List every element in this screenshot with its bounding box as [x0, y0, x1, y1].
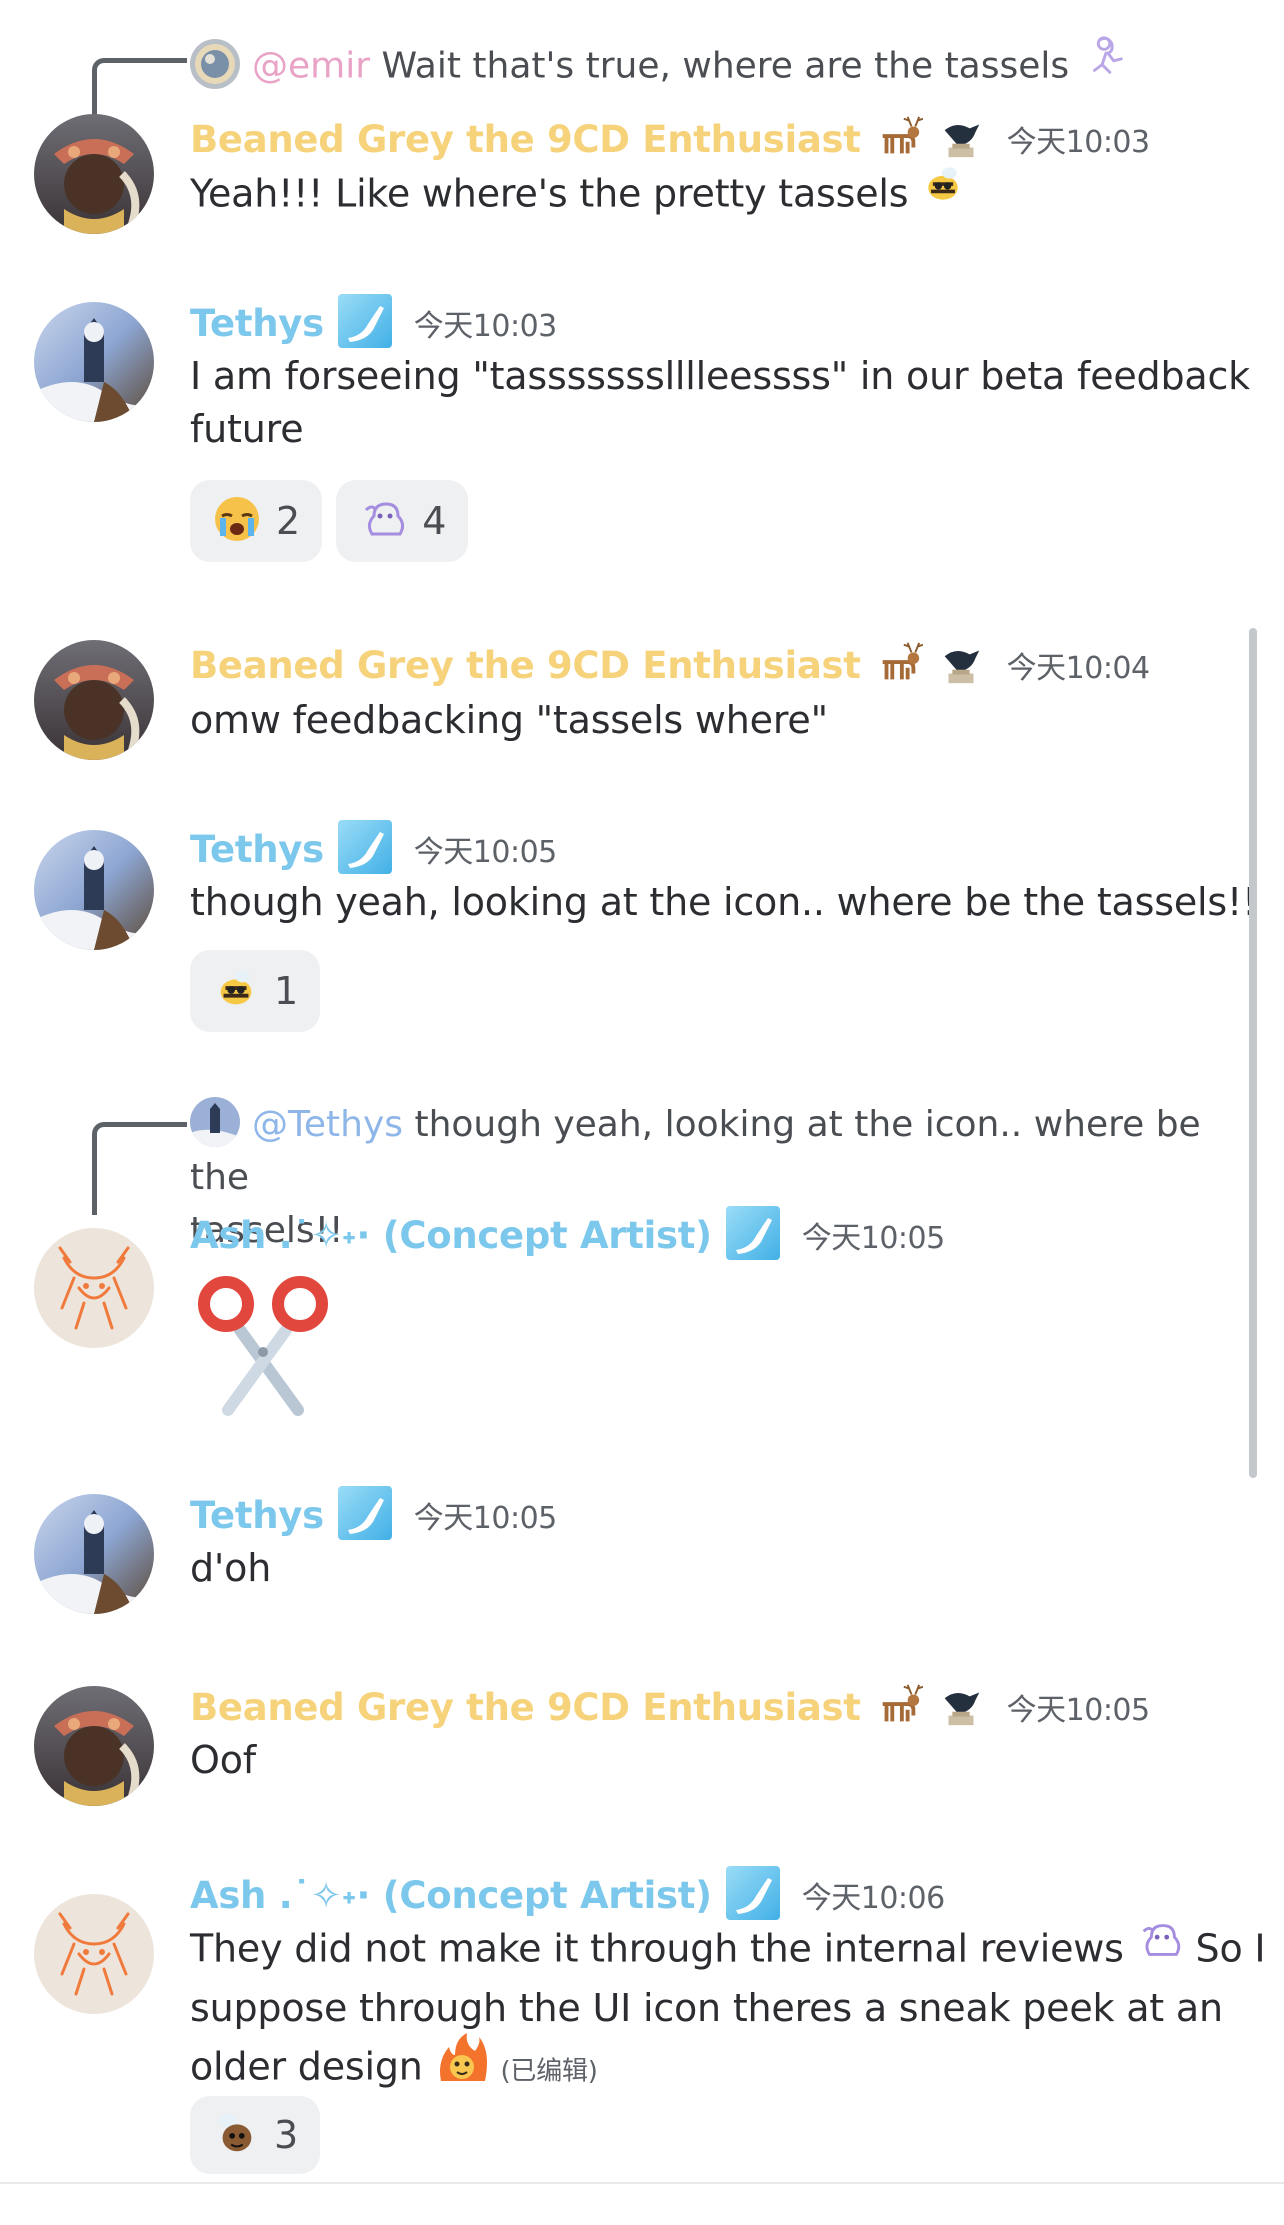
reaction-bar: 2 4 [190, 480, 469, 562]
author-name[interactable]: Beaned Grey the 9CD Enthusiast [190, 118, 861, 161]
reply-connector-line [92, 58, 187, 123]
reply-mention[interactable]: @emir [252, 46, 370, 87]
reaction-bar: 1 [190, 950, 321, 1032]
verified-badge-icon [337, 820, 392, 878]
avatar-beaned-grey[interactable] [34, 640, 154, 760]
verified-badge-icon [337, 1486, 392, 1544]
reaction-count: 3 [274, 2113, 299, 2157]
scissors-icon: ✂️ [188, 1270, 338, 1420]
avatar-tethys[interactable] [34, 830, 154, 950]
message-text: Yeah!!! Like where's the pretty tassels [190, 166, 966, 226]
fire-face-emoji-icon [435, 2031, 489, 2099]
avatar-tethys[interactable] [34, 1494, 154, 1614]
bee-face-emoji-icon [212, 2109, 260, 2161]
bottom-divider [0, 2182, 1284, 2184]
edited-label: (已编辑) [500, 2056, 598, 2087]
author-name[interactable]: Beaned Grey the 9CD Enthusiast [190, 1686, 861, 1729]
avatar-tethys[interactable] [34, 302, 154, 422]
message-timestamp: 今天10:05 [413, 1501, 557, 1536]
avatar-beaned-grey[interactable] [34, 1686, 154, 1806]
author-name[interactable]: Beaned Grey the 9CD Enthusiast [190, 644, 861, 687]
reaction-count: 1 [274, 969, 299, 1013]
message-text: though yeah, looking at the icon.. where… [190, 880, 1258, 924]
message-timestamp: 今天10:05 [413, 835, 557, 870]
ghost-sticker-icon [358, 494, 408, 548]
reaction-bee-face[interactable]: 3 [190, 2096, 321, 2174]
author-name[interactable]: Ash .˙✧˖· (Concept Artist) [190, 1214, 712, 1257]
chat-message-list[interactable]: @emir Wait that's true, where are the ta… [0, 0, 1284, 2225]
message-timestamp: 今天10:05 [1006, 1693, 1150, 1728]
scissors-emoji-text: ✂️ [188, 1270, 189, 1271]
deer-emoji-icon [875, 639, 923, 691]
avatar-emir-mini [190, 38, 240, 89]
avatar-ash[interactable] [34, 1228, 154, 1348]
reply-text: Wait that's true, where are the tassels [381, 45, 1070, 87]
deer-emoji-icon [875, 1681, 923, 1733]
message-timestamp: 今天10:06 [801, 1881, 945, 1916]
message-timestamp: 今天10:04 [1006, 651, 1150, 686]
author-name[interactable]: Tethys [190, 1494, 324, 1537]
message-timestamp: 今天10:05 [801, 1221, 945, 1256]
reply-connector-line [92, 1122, 187, 1215]
message-header: Tethys 今天10:05 [190, 820, 557, 878]
reaction-count: 4 [422, 499, 447, 543]
author-name[interactable]: Ash .˙✧˖· (Concept Artist) [190, 1874, 712, 1917]
reaction-crying-face[interactable]: 2 [190, 480, 323, 562]
crying-face-icon [212, 494, 262, 548]
bee-emoji-icon [212, 965, 260, 1017]
message-header: Tethys 今天10:03 [190, 294, 557, 352]
raven-emoji-icon [937, 639, 985, 691]
message-header: Ash .˙✧˖· (Concept Artist) 今天10:06 [190, 1866, 945, 1924]
message-text: I am forseeing "tassssssslllleessss" in … [190, 354, 1250, 451]
message-header: Beaned Grey the 9CD Enthusiast 今天10:05 [190, 1682, 1150, 1732]
reply-reference[interactable]: @emir Wait that's true, where are the ta… [190, 36, 1240, 99]
verified-badge-icon [725, 1866, 780, 1924]
raven-emoji-icon [937, 1681, 985, 1733]
verified-badge-icon [725, 1206, 780, 1264]
reaction-count: 2 [276, 499, 301, 543]
reaction-bee[interactable]: 1 [190, 950, 321, 1032]
message-timestamp: 今天10:03 [413, 309, 557, 344]
message-header: Tethys 今天10:05 [190, 1486, 557, 1544]
ghost-sticker-icon [1136, 1916, 1184, 1978]
message-header: Beaned Grey the 9CD Enthusiast 今天10:04 [190, 640, 1150, 690]
reaction-ghost-sticker[interactable]: 4 [336, 480, 469, 562]
author-name[interactable]: Tethys [190, 828, 324, 871]
reply-mention[interactable]: @Tethys [252, 1104, 403, 1145]
raven-emoji-icon [937, 113, 985, 165]
message-text: Oof [190, 1738, 256, 1782]
deer-emoji-icon [875, 113, 923, 165]
author-name[interactable]: Tethys [190, 302, 324, 345]
message-timestamp: 今天10:03 [1006, 125, 1150, 160]
message-text: They did not make it through the interna… [190, 1920, 1266, 2103]
message-header: Ash .˙✧˖· (Concept Artist) 今天10:05 [190, 1206, 945, 1264]
running-ghost-icon [1081, 32, 1129, 95]
reaction-bar: 3 [190, 2096, 321, 2174]
message-text: d'oh [190, 1546, 272, 1590]
bee-emoji-icon [920, 162, 966, 222]
avatar-ash[interactable] [34, 1894, 154, 2014]
message-header: Beaned Grey the 9CD Enthusiast 今天10:03 [190, 114, 1150, 164]
message-text: omw feedbacking "tassels where" [190, 698, 828, 742]
avatar-tethys-mini [190, 1097, 240, 1147]
avatar-beaned-grey[interactable] [34, 114, 154, 234]
verified-badge-icon [337, 294, 392, 352]
scrollbar[interactable] [1249, 628, 1257, 1478]
